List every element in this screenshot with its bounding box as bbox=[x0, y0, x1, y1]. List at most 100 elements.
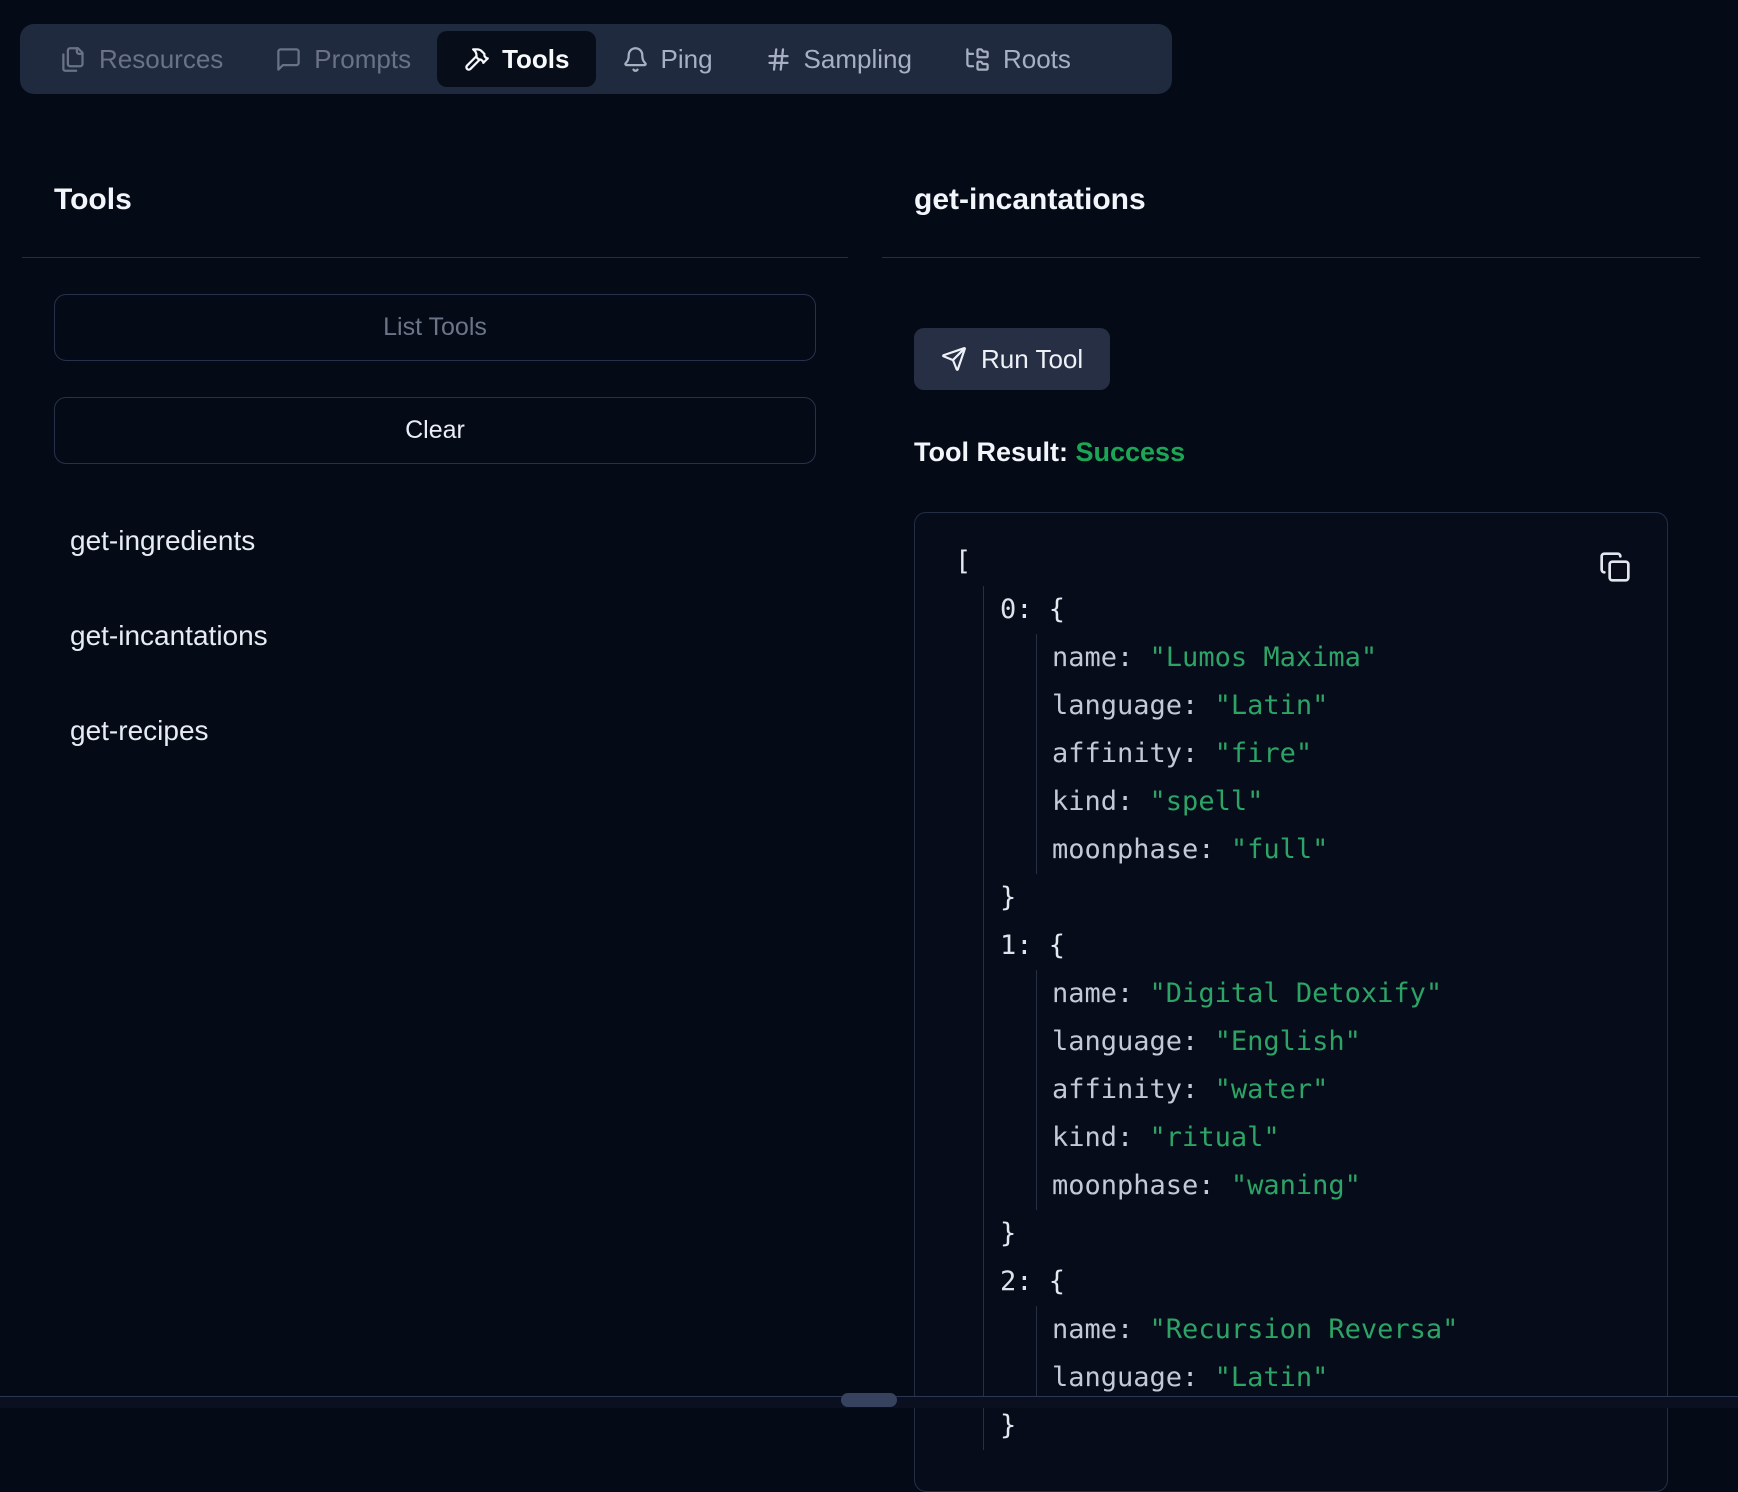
tab-prompts[interactable]: Prompts bbox=[249, 31, 437, 87]
json-key: language: bbox=[1052, 1362, 1215, 1393]
send-icon bbox=[941, 346, 967, 372]
tool-list-item[interactable]: get-recipes bbox=[54, 714, 816, 748]
message-square-icon bbox=[275, 46, 302, 73]
json-key: name: bbox=[1052, 1314, 1150, 1345]
splitter-handle[interactable] bbox=[841, 1393, 897, 1407]
json-entry-close: } bbox=[1000, 874, 1627, 922]
json-key: affinity: bbox=[1052, 1074, 1215, 1105]
tool-result-box: [0: {name: "Lumos Maxima"language: "Lati… bbox=[914, 512, 1668, 1492]
json-value: "spell" bbox=[1150, 786, 1264, 817]
json-bracket: [ bbox=[955, 546, 971, 577]
tab-ping[interactable]: Ping bbox=[596, 31, 739, 87]
json-root-children: 0: {name: "Lumos Maxima"language: "Latin… bbox=[983, 586, 1627, 1450]
tools-panel: Tools List Tools Clear get-ingredients g… bbox=[22, 94, 848, 809]
json-index: 2: bbox=[1000, 1266, 1049, 1297]
tab-sampling[interactable]: Sampling bbox=[739, 31, 938, 87]
json-field: language: "English" bbox=[1052, 1018, 1627, 1066]
json-field: name: "Digital Detoxify" bbox=[1052, 970, 1627, 1018]
json-field: moonphase: "full" bbox=[1052, 826, 1627, 874]
json-root-bracket: [ bbox=[955, 538, 1627, 586]
json-tree: [0: {name: "Lumos Maxima"language: "Lati… bbox=[955, 538, 1627, 1450]
json-key: moonphase: bbox=[1052, 1170, 1231, 1201]
tool-list-item[interactable]: get-incantations bbox=[54, 619, 816, 653]
tab-label: Roots bbox=[1003, 44, 1071, 75]
json-brace: } bbox=[1000, 1218, 1016, 1249]
json-key: moonphase: bbox=[1052, 834, 1231, 865]
json-key: kind: bbox=[1052, 786, 1150, 817]
json-entry-open: 0: { bbox=[1000, 586, 1627, 634]
json-key: name: bbox=[1052, 978, 1150, 1009]
json-key: name: bbox=[1052, 642, 1150, 673]
tab-tools[interactable]: Tools bbox=[437, 31, 595, 87]
divider bbox=[22, 257, 848, 258]
tool-detail-panel: get-incantations Run Tool Tool Result: S… bbox=[882, 94, 1700, 1492]
json-brace: { bbox=[1049, 930, 1065, 961]
json-field: affinity: "fire" bbox=[1052, 730, 1627, 778]
tab-resources[interactable]: Resources bbox=[34, 31, 249, 87]
json-entry-open: 1: { bbox=[1000, 922, 1627, 970]
json-key: affinity: bbox=[1052, 738, 1215, 769]
tab-label: Ping bbox=[661, 44, 713, 75]
json-value: "Lumos Maxima" bbox=[1150, 642, 1378, 673]
json-brace: { bbox=[1049, 1266, 1065, 1297]
json-entry-fields: name: "Lumos Maxima"language: "Latin"aff… bbox=[1036, 634, 1627, 874]
json-value: "Digital Detoxify" bbox=[1150, 978, 1443, 1009]
json-field: affinity: "water" bbox=[1052, 1066, 1627, 1114]
json-field: language: "Latin" bbox=[1052, 682, 1627, 730]
json-field: language: "Latin" bbox=[1052, 1354, 1627, 1402]
tool-list-item[interactable]: get-ingredients bbox=[54, 524, 816, 558]
json-value: "Latin" bbox=[1215, 1362, 1329, 1393]
json-value: "full" bbox=[1231, 834, 1329, 865]
tab-label: Sampling bbox=[804, 44, 912, 75]
json-entry-open: 2: { bbox=[1000, 1258, 1627, 1306]
json-field: moonphase: "waning" bbox=[1052, 1162, 1627, 1210]
json-value: "waning" bbox=[1231, 1170, 1361, 1201]
json-entry-close: } bbox=[1000, 1402, 1627, 1450]
run-tool-button[interactable]: Run Tool bbox=[914, 328, 1110, 390]
hammer-icon bbox=[463, 46, 490, 73]
selected-tool-title: get-incantations bbox=[914, 184, 1668, 216]
list-tools-button[interactable]: List Tools bbox=[54, 294, 816, 361]
json-index: 0: bbox=[1000, 594, 1049, 625]
json-entry-close: } bbox=[1000, 1210, 1627, 1258]
json-key: language: bbox=[1052, 1026, 1215, 1057]
tab-label: Prompts bbox=[314, 44, 411, 75]
json-value: "Latin" bbox=[1215, 690, 1329, 721]
top-tab-bar: Resources Prompts Tools Ping bbox=[20, 24, 1172, 94]
copy-result-button[interactable] bbox=[1599, 550, 1633, 584]
json-brace: } bbox=[1000, 882, 1016, 913]
json-value: "ritual" bbox=[1150, 1122, 1280, 1153]
files-icon bbox=[60, 46, 87, 73]
horizontal-splitter bbox=[0, 1396, 1738, 1408]
tool-result-label: Tool Result: bbox=[914, 437, 1068, 467]
json-brace: } bbox=[1000, 1410, 1016, 1441]
tool-list: get-ingredients get-incantations get-rec… bbox=[54, 524, 816, 748]
json-key: language: bbox=[1052, 690, 1215, 721]
json-key: kind: bbox=[1052, 1122, 1150, 1153]
json-field: name: "Recursion Reversa" bbox=[1052, 1306, 1627, 1354]
json-value: "fire" bbox=[1215, 738, 1313, 769]
tool-result-status: Success bbox=[1076, 437, 1186, 467]
json-value: "water" bbox=[1215, 1074, 1329, 1105]
copy-icon bbox=[1599, 551, 1633, 583]
hash-icon bbox=[765, 46, 792, 73]
tools-panel-title: Tools bbox=[54, 184, 816, 216]
tab-label: Tools bbox=[502, 44, 569, 75]
folder-tree-icon bbox=[964, 46, 991, 73]
json-field: kind: "spell" bbox=[1052, 778, 1627, 826]
run-tool-label: Run Tool bbox=[981, 344, 1083, 375]
json-entry-fields: name: "Recursion Reversa"language: "Lati… bbox=[1036, 1306, 1627, 1402]
json-value: "Recursion Reversa" bbox=[1150, 1314, 1459, 1345]
json-entry-fields: name: "Digital Detoxify"language: "Engli… bbox=[1036, 970, 1627, 1210]
main-content: Tools List Tools Clear get-ingredients g… bbox=[0, 94, 1738, 1492]
tab-roots[interactable]: Roots bbox=[938, 31, 1097, 87]
json-brace: { bbox=[1049, 594, 1065, 625]
json-index: 1: bbox=[1000, 930, 1049, 961]
bell-icon bbox=[622, 46, 649, 73]
json-field: kind: "ritual" bbox=[1052, 1114, 1627, 1162]
json-field: name: "Lumos Maxima" bbox=[1052, 634, 1627, 682]
tab-label: Resources bbox=[99, 44, 223, 75]
tool-result-line: Tool Result: Success bbox=[914, 437, 1668, 467]
json-value: "English" bbox=[1215, 1026, 1361, 1057]
clear-button[interactable]: Clear bbox=[54, 397, 816, 464]
